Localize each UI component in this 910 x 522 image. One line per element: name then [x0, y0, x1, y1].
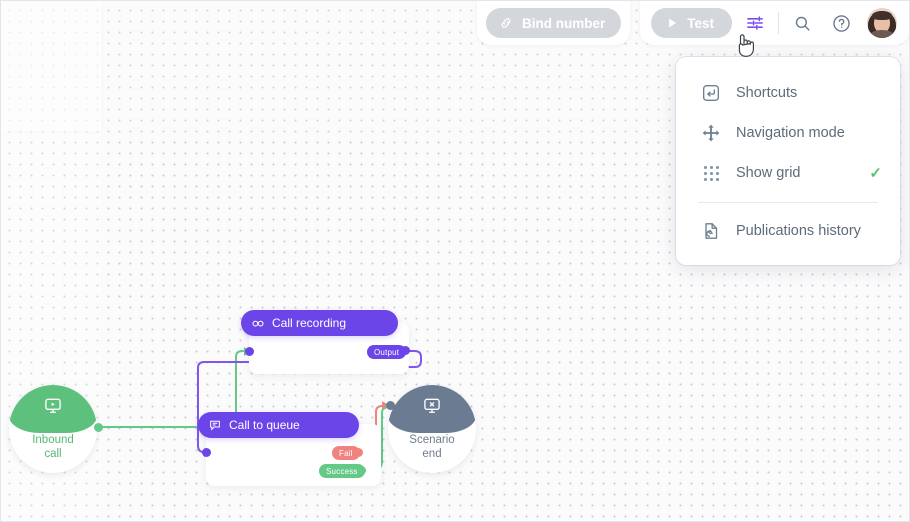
queue-icon	[210, 420, 220, 431]
port-call-to-queue-fail[interactable]	[354, 448, 363, 457]
top-toolbar: Bind number Test	[476, 1, 909, 45]
recording-icon	[252, 320, 264, 327]
dot-grid-icon	[700, 162, 722, 184]
node-scenario-end-label: Scenario end	[388, 434, 476, 461]
stop-monitor-icon	[424, 398, 440, 413]
node-call-recording-title: Call recording	[272, 316, 347, 330]
play-icon	[669, 18, 677, 28]
bind-number-button[interactable]: Bind number	[485, 8, 622, 38]
avatar-body	[870, 30, 894, 38]
main-toolbar-group: Test	[640, 1, 909, 45]
menu-separator	[698, 202, 878, 203]
test-label: Test	[687, 15, 714, 31]
sliders-icon	[747, 16, 763, 30]
node-inbound-call-cap	[9, 385, 97, 433]
label-line-1: Scenario	[409, 434, 455, 446]
show-grid-check-icon: ✓	[869, 164, 882, 182]
search-icon	[795, 16, 810, 31]
play-monitor-icon	[45, 398, 61, 413]
toolbar-divider	[778, 12, 779, 34]
port-call-recording-output[interactable]	[401, 346, 410, 355]
node-call-recording-header[interactable]: Call recording	[241, 310, 398, 336]
link-icon	[501, 18, 511, 28]
port-inbound-call-out[interactable]	[94, 423, 103, 432]
menu-item-show-grid[interactable]: Show grid ✓	[676, 153, 900, 193]
node-scenario-end[interactable]: Scenario end	[388, 385, 476, 473]
node-inbound-call[interactable]: Inbound call	[9, 385, 97, 473]
menu-item-publications-history-label: Publications history	[736, 223, 861, 239]
question-circle-icon	[832, 14, 850, 32]
node-scenario-end-cap	[388, 385, 476, 433]
document-history-icon	[700, 220, 722, 242]
menu-item-show-grid-label: Show grid	[736, 165, 801, 181]
port-call-to-queue-in[interactable]	[202, 448, 211, 457]
menu-item-publications-history[interactable]: Publications history	[676, 211, 900, 251]
search-button[interactable]	[787, 8, 817, 38]
help-button[interactable]	[826, 8, 856, 38]
scenario-editor-window: Inbound call Call recording Output Call …	[0, 0, 910, 522]
node-inbound-call-label: Inbound call	[9, 434, 97, 461]
menu-item-shortcuts-label: Shortcuts	[736, 85, 798, 101]
settings-button[interactable]	[740, 8, 770, 38]
label-line-2: end	[422, 447, 442, 460]
label-line-2: call	[44, 447, 62, 460]
port-scenario-end-in[interactable]	[386, 401, 395, 410]
menu-item-navigation-mode[interactable]: Navigation mode	[676, 113, 900, 153]
menu-item-navigation-mode-label: Navigation mode	[736, 125, 845, 141]
bind-number-label: Bind number	[521, 15, 606, 31]
test-button[interactable]: Test	[651, 8, 732, 38]
menu-item-shortcuts[interactable]: Shortcuts	[676, 73, 900, 113]
settings-dropdown-menu: Shortcuts Navigation mode Show grid ✓ Pu…	[676, 57, 900, 265]
node-call-to-queue-header[interactable]: Call to queue	[198, 412, 359, 438]
move-arrows-icon	[700, 122, 722, 144]
enter-key-icon	[700, 82, 722, 104]
port-call-to-queue-success[interactable]	[357, 466, 366, 475]
avatar[interactable]	[867, 8, 897, 38]
node-call-to-queue-title: Call to queue	[229, 418, 300, 432]
label-line-1: Inbound	[32, 434, 74, 446]
bind-number-group: Bind number	[476, 1, 631, 45]
avatar-fringe	[872, 11, 892, 20]
port-call-recording-in[interactable]	[245, 347, 254, 356]
